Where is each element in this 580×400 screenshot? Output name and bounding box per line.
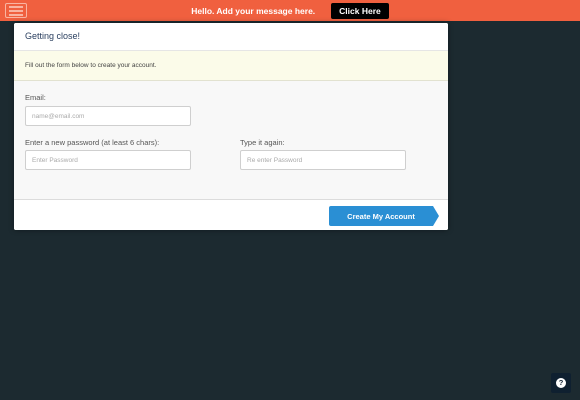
form-notice: Fill out the form below to create your a… (14, 51, 448, 81)
signup-modal: Getting close! Fill out the form below t… (14, 23, 448, 230)
signup-form: Email: name@email.com Enter a new passwo… (14, 81, 448, 200)
announcement-bar: Hello. Add your message here. Click Here (0, 0, 580, 21)
help-button[interactable]: ? (551, 373, 571, 393)
hellobar-logo-icon[interactable] (5, 3, 27, 18)
password-label: Enter a new password (at least 6 chars): (25, 138, 160, 147)
password-field[interactable]: Enter Password (25, 150, 191, 170)
question-icon: ? (556, 378, 566, 388)
password-confirm-label: Type it again: (240, 138, 285, 147)
modal-header: Getting close! (14, 23, 448, 51)
create-account-button[interactable]: Create My Account (329, 206, 439, 226)
email-field[interactable]: name@email.com (25, 106, 191, 126)
password-confirm-field[interactable]: Re enter Password (240, 150, 406, 170)
announcement-message: Hello. Add your message here. (191, 5, 316, 16)
modal-title: Getting close! (25, 31, 81, 41)
email-label: Email: (25, 93, 46, 102)
modal-footer: Create My Account (14, 200, 448, 230)
click-here-button[interactable]: Click Here (331, 2, 389, 19)
